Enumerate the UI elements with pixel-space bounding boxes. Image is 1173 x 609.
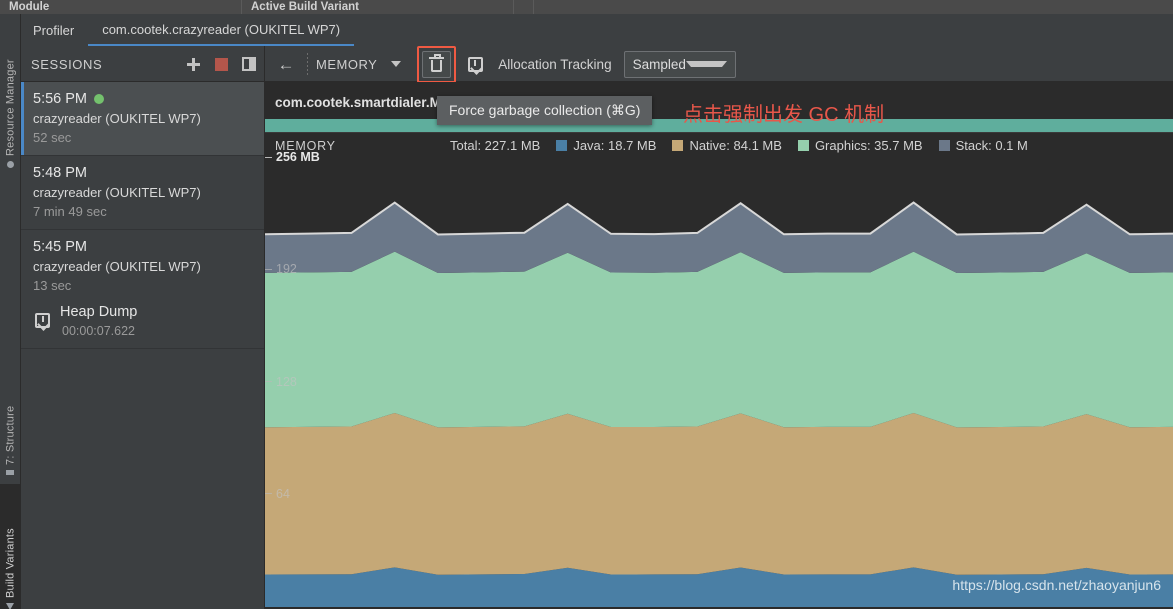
heap-dump-label: Heap Dump <box>60 304 137 320</box>
profiler-tab-bar: Profiler com.cootek.crazyreader (OUKITEL… <box>21 14 1173 46</box>
session-process: crazyreader (OUKITEL WP7) <box>33 185 254 200</box>
tab-active-session[interactable]: com.cootek.crazyreader (OUKITEL WP7) <box>88 22 354 46</box>
legend-item-graphics: Graphics: 35.7 MB <box>798 138 923 153</box>
session-process: crazyreader (OUKITEL WP7) <box>33 259 254 274</box>
y-axis-tick-label: 64 <box>276 487 290 501</box>
y-axis-tick-label: 128 <box>276 375 297 389</box>
legend-swatch-java <box>556 140 567 151</box>
session-duration: 13 sec <box>33 278 254 293</box>
chevron-down-icon <box>686 61 727 67</box>
left-tool-rail: Resource Manager 7: Structure Build Vari… <box>0 14 21 609</box>
legend-label-stack: Stack: 0.1 M <box>956 138 1028 153</box>
legend-label-native: Native: 84.1 MB <box>689 138 782 153</box>
session-duration: 52 sec <box>33 130 254 145</box>
stop-square-icon <box>215 58 228 71</box>
tool-button-structure[interactable]: 7: Structure <box>0 374 21 479</box>
extra-column-header <box>514 0 534 14</box>
module-column-header: Module <box>0 0 242 14</box>
add-session-button[interactable] <box>180 51 206 77</box>
active-build-variant-column-header: Active Build Variant <box>242 0 514 14</box>
memory-legend: Total: 227.1 MB Java: 18.7 MB Native: 84… <box>450 138 1028 153</box>
legend-label-java: Java: 18.7 MB <box>573 138 656 153</box>
back-button[interactable]: ← <box>273 51 299 77</box>
legend-swatch-native <box>672 140 683 151</box>
session-process: crazyreader (OUKITEL WP7) <box>33 111 254 126</box>
sessions-toolbar: SESSIONS <box>21 46 265 82</box>
session-time-row: 5:56 PM <box>33 91 254 107</box>
legend-swatch-graphics <box>798 140 809 151</box>
session-item[interactable]: 5:56 PM crazyreader (OUKITEL WP7) 52 sec <box>21 82 264 156</box>
resource-manager-label: Resource Manager <box>5 59 17 156</box>
memory-y-axis: 256 MB 192 128 64 <box>265 158 325 607</box>
y-axis-tick: 128 <box>265 375 297 389</box>
session-time: 5:56 PM <box>33 91 87 107</box>
memory-legend-row: MEMORY Total: 227.1 MB Java: 18.7 MB Nat… <box>265 132 1173 158</box>
force-gc-highlight <box>417 46 456 83</box>
legend-swatch-stack <box>939 140 950 151</box>
memory-chart[interactable]: 256 MB 192 128 64 https://blog.csdn.net/… <box>265 158 1173 607</box>
chinese-annotation: 点击强制出发 GC 机制 <box>683 98 884 127</box>
session-time-row: 5:48 PM <box>33 165 254 181</box>
y-axis-tick-label: 256 MB <box>276 150 320 164</box>
legend-item-native: Native: 84.1 MB <box>672 138 782 153</box>
stop-session-button[interactable] <box>208 51 234 77</box>
profiler-window: Module Active Build Variant Resource Man… <box>0 0 1173 609</box>
allocation-tracking-label: Allocation Tracking <box>498 57 611 72</box>
y-axis-tick: 192 <box>265 262 297 276</box>
plus-icon <box>187 58 200 71</box>
watermark: https://blog.csdn.net/zhaoyanjun6 <box>952 577 1161 593</box>
y-axis-tick: 256 MB <box>265 150 320 164</box>
heap-dump-icon <box>35 313 50 328</box>
build-variants-header-strip: Module Active Build Variant <box>0 0 1173 14</box>
y-axis-tick-label: 192 <box>276 262 297 276</box>
memory-area-chart <box>265 158 1173 607</box>
memory-profiler-pane: com.cootek.smartdialer.MainActivity MEMO… <box>265 82 1173 609</box>
legend-label-graphics: Graphics: 35.7 MB <box>815 138 923 153</box>
legend-item-stack: Stack: 0.1 M <box>939 138 1028 153</box>
legend-total-label: Total: 227.1 MB <box>450 138 540 153</box>
resource-manager-icon <box>7 161 14 168</box>
profiler-toolbar: ← MEMORY Allocation Tracking Sampled <box>265 46 1173 82</box>
build-variants-icon <box>7 603 15 609</box>
chevron-down-icon <box>391 61 401 67</box>
allocation-tracking-value: Sampled <box>633 57 686 72</box>
force-gc-tooltip: Force garbage collection (⌘G) <box>437 96 652 125</box>
legend-total: Total: 227.1 MB <box>450 138 540 153</box>
force-garbage-collection-button[interactable] <box>422 51 451 78</box>
session-time: 5:48 PM <box>33 165 87 181</box>
dump-java-heap-button[interactable] <box>462 51 488 77</box>
build-variants-label: Build Variants <box>5 528 17 598</box>
tool-button-build-variants[interactable]: Build Variants <box>0 484 21 609</box>
session-time-row: 5:45 PM <box>33 239 254 255</box>
structure-label: 7: Structure <box>5 406 17 465</box>
heap-dump-download-icon <box>468 57 483 72</box>
back-arrow-icon: ← <box>278 56 295 73</box>
stage-label: MEMORY <box>316 57 377 72</box>
heap-dump-timestamp: 00:00:07.622 <box>60 324 137 338</box>
session-time: 5:45 PM <box>33 239 87 255</box>
allocation-tracking-select[interactable]: Sampled <box>624 51 736 78</box>
session-item[interactable]: 5:48 PM crazyreader (OUKITEL WP7) 7 min … <box>21 156 264 230</box>
trash-can-icon <box>430 57 443 72</box>
profiler-title: Profiler <box>21 23 88 46</box>
structure-icon <box>7 470 15 475</box>
toggle-panel-icon <box>242 57 256 71</box>
toolbar-row: SESSIONS ← MEMORY <box>21 46 1173 82</box>
session-live-indicator-icon <box>94 94 104 104</box>
legend-item-java: Java: 18.7 MB <box>556 138 656 153</box>
stage-selector[interactable]: MEMORY <box>316 57 411 72</box>
session-item[interactable]: 5:45 PM crazyreader (OUKITEL WP7) 13 sec… <box>21 230 264 349</box>
sessions-list: 5:56 PM crazyreader (OUKITEL WP7) 52 sec… <box>21 82 265 609</box>
toolbar-divider <box>307 53 308 75</box>
session-duration: 7 min 49 sec <box>33 204 254 219</box>
y-axis-tick: 64 <box>265 487 290 501</box>
heap-dump-entry[interactable]: Heap Dump 00:00:07.622 <box>33 303 254 338</box>
toggle-sessions-panel-button[interactable] <box>236 51 262 77</box>
sessions-title: SESSIONS <box>21 57 180 72</box>
tool-button-resource-manager[interactable]: Resource Manager <box>0 32 21 172</box>
